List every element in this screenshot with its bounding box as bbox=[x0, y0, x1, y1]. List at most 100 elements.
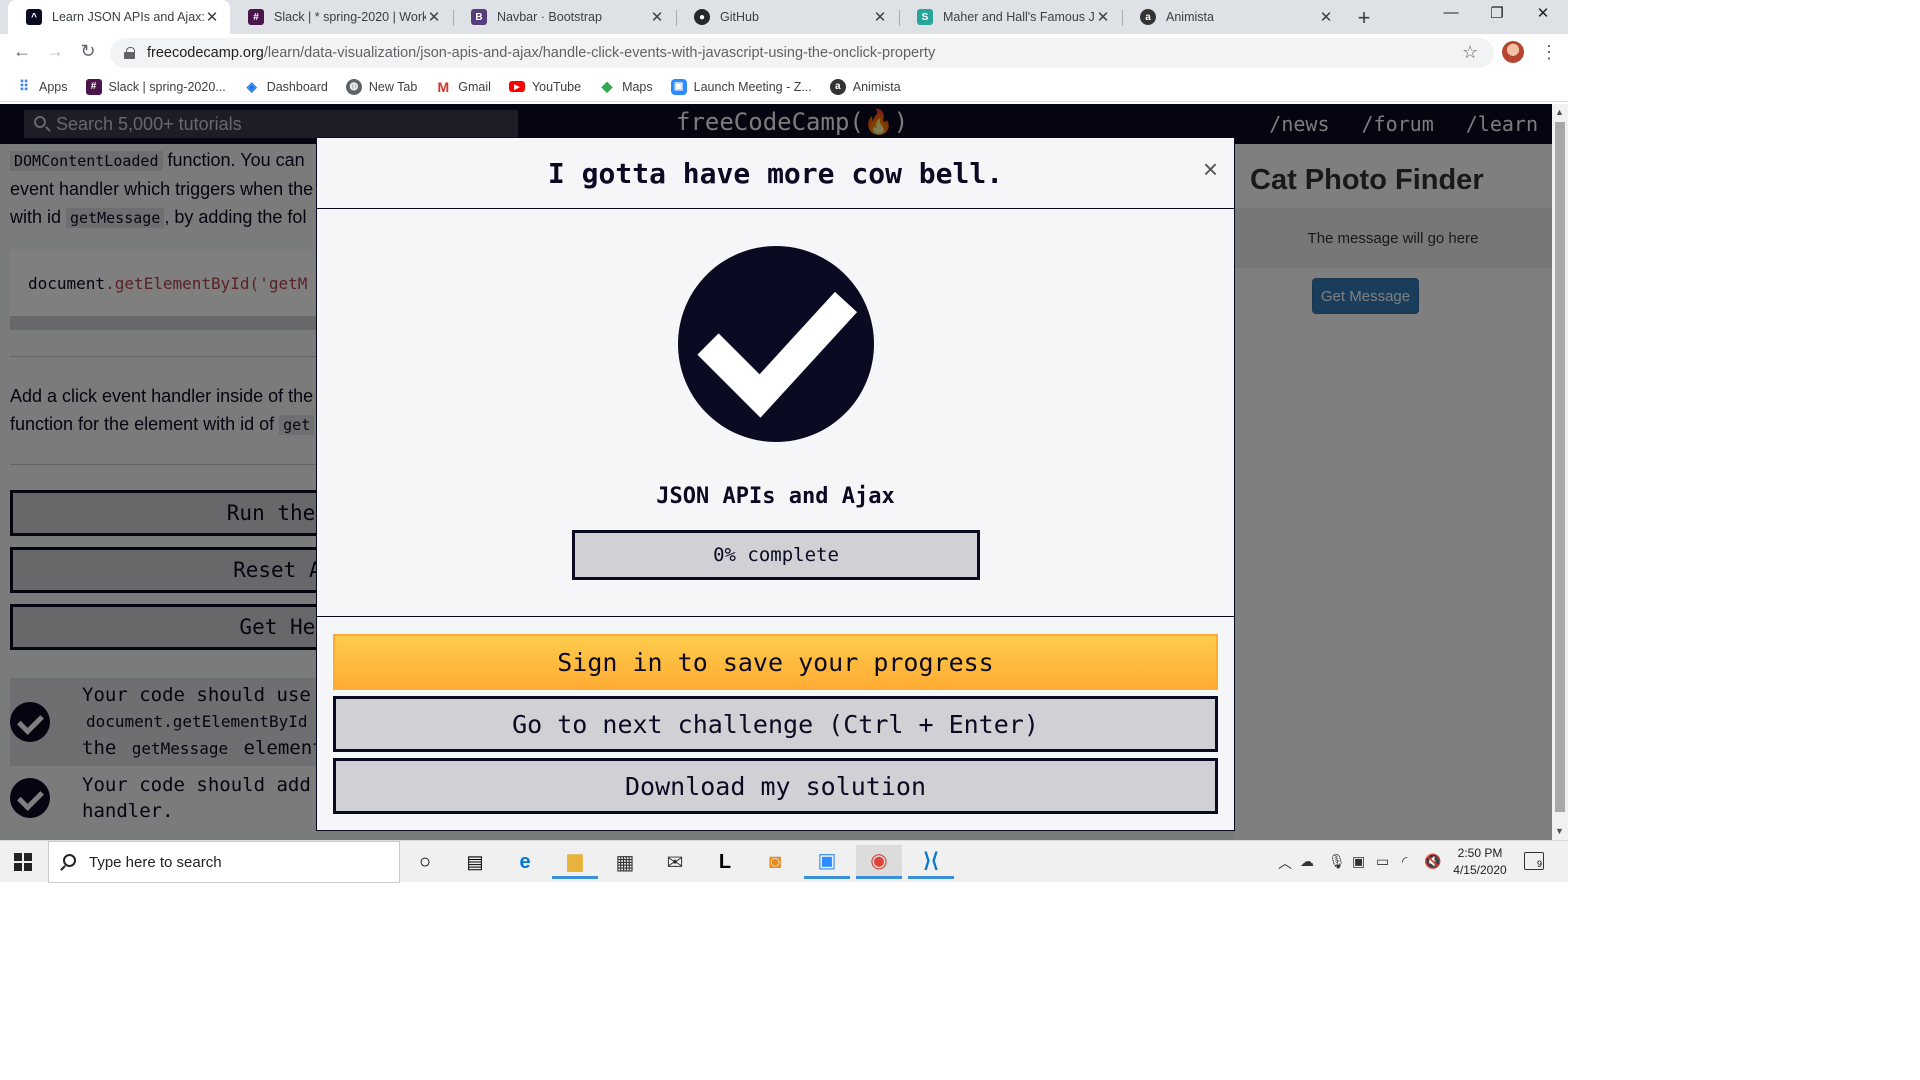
notifications-icon[interactable]: 9 bbox=[1524, 852, 1544, 870]
volume-muted-icon[interactable]: 🔇 bbox=[1424, 853, 1441, 870]
scroll-up-icon[interactable]: ▲ bbox=[1555, 107, 1564, 117]
modal-divider bbox=[317, 616, 1234, 617]
modal-header: I gotta have more cow bell. bbox=[317, 138, 1234, 209]
address-bar[interactable]: freecodecamp.org/learn/data-visualizatio… bbox=[110, 38, 1494, 68]
chrome-icon[interactable]: ◉ bbox=[856, 845, 902, 879]
dashboard-icon: ◈ bbox=[246, 78, 257, 94]
maps-icon: ◆ bbox=[601, 78, 613, 94]
close-tab-icon[interactable]: ✕ bbox=[872, 8, 888, 26]
system-clock[interactable]: 2:50 PM 4/15/2020 bbox=[1448, 845, 1512, 879]
bookmark-label: Maps bbox=[622, 79, 653, 94]
onedrive-icon[interactable]: ☁ bbox=[1300, 853, 1314, 870]
block-title: JSON APIs and Ajax bbox=[656, 484, 895, 509]
microphone-icon[interactable]: 🎙 bbox=[1328, 853, 1346, 870]
apps-grid-icon: ⠿ bbox=[18, 78, 30, 94]
jam-favicon-icon: S bbox=[917, 9, 933, 25]
tab-title: Slack | * spring-2020 | Workfo bbox=[274, 10, 426, 24]
scrollbar-thumb[interactable] bbox=[1555, 122, 1565, 812]
close-tab-icon[interactable]: ✕ bbox=[1095, 8, 1111, 26]
scroll-down-icon[interactable]: ▼ bbox=[1555, 826, 1564, 836]
github-favicon-icon: ● bbox=[694, 9, 710, 25]
minimize-icon[interactable]: — bbox=[1428, 4, 1474, 21]
search-icon bbox=[63, 854, 76, 867]
freecodecamp-favicon-icon: ^ bbox=[26, 9, 42, 25]
l-app-icon[interactable]: L bbox=[702, 845, 748, 879]
tab-github[interactable]: ● GitHub ✕ bbox=[676, 0, 898, 34]
tab-bootstrap[interactable]: B Navbar · Bootstrap ✕ bbox=[453, 0, 675, 34]
windows-taskbar: Type here to search ○ ▤ e ▆ ▦ ✉ L ◙ ▣ ◉ … bbox=[0, 840, 1568, 883]
bookmark-label: Dashboard bbox=[266, 79, 328, 94]
bookmark-gmail[interactable]: M Gmail bbox=[435, 79, 491, 95]
tab-title: Navbar · Bootstrap bbox=[497, 10, 602, 24]
globe-icon: ◍ bbox=[345, 78, 362, 95]
bookmark-label: New Tab bbox=[368, 79, 418, 94]
bookmark-label: Apps bbox=[39, 79, 68, 94]
bookmark-label: Animista bbox=[852, 79, 901, 94]
profile-avatar[interactable] bbox=[1502, 41, 1524, 63]
bookmark-apps[interactable]: ⠿ Apps bbox=[16, 78, 68, 95]
battery-icon[interactable]: ▭ bbox=[1376, 853, 1389, 870]
forward-icon[interactable]: → bbox=[43, 41, 67, 62]
network-status-icon[interactable]: ▣ bbox=[1352, 853, 1365, 870]
wifi-icon[interactable]: ◜ bbox=[1402, 853, 1407, 870]
reload-icon[interactable]: ↻ bbox=[76, 41, 100, 62]
tab-animista[interactable]: a Animista ✕ bbox=[1122, 0, 1344, 34]
tab-slack[interactable]: # Slack | * spring-2020 | Workfo ✕ bbox=[230, 0, 452, 34]
store-icon[interactable]: ▦ bbox=[602, 845, 648, 879]
bookmark-new-tab[interactable]: ◍ New Tab bbox=[345, 78, 418, 95]
slack-favicon-icon: # bbox=[248, 9, 264, 25]
tab-title: Animista bbox=[1166, 10, 1214, 24]
task-view-icon[interactable]: ▤ bbox=[452, 845, 498, 879]
bookmark-label: YouTube bbox=[531, 79, 582, 94]
tray-chevron-icon[interactable]: ︿ bbox=[1278, 853, 1292, 873]
lock-icon bbox=[124, 47, 135, 59]
bookmark-star-icon[interactable]: ☆ bbox=[1462, 42, 1478, 63]
tab-strip: ^ Learn JSON APIs and Ajax: Ha ✕ # Slack… bbox=[0, 0, 1568, 34]
bookmark-zoom[interactable]: ▣ Launch Meeting - Z... bbox=[670, 78, 812, 95]
close-window-icon[interactable]: ✕ bbox=[1520, 4, 1566, 22]
taskbar-search-input[interactable]: Type here to search bbox=[48, 841, 400, 883]
menu-kebab-icon[interactable]: ⋮ bbox=[1540, 42, 1558, 63]
sign-in-button[interactable]: Sign in to save your progress bbox=[333, 634, 1218, 690]
back-icon[interactable]: ← bbox=[10, 41, 34, 62]
page-scrollbar[interactable]: ▲ ▼ bbox=[1552, 104, 1568, 840]
new-tab-icon[interactable]: + bbox=[1352, 5, 1376, 31]
bookmark-label: Slack | spring-2020... bbox=[108, 79, 226, 94]
notification-count: 9 bbox=[1536, 859, 1542, 869]
close-tab-icon[interactable]: ✕ bbox=[649, 8, 665, 26]
bookmark-label: Launch Meeting - Z... bbox=[693, 79, 812, 94]
bookmark-label: Gmail bbox=[458, 79, 491, 94]
bookmarks-bar: ⠿ Apps # Slack | spring-2020... ◈ Dashbo… bbox=[0, 72, 1568, 102]
bookmark-dashboard[interactable]: ◈ Dashboard bbox=[244, 79, 328, 95]
close-tab-icon[interactable]: ✕ bbox=[426, 8, 442, 26]
tab-title: Learn JSON APIs and Ajax: Ha bbox=[52, 10, 204, 24]
close-tab-icon[interactable]: ✕ bbox=[1318, 8, 1334, 26]
url-host: freecodecamp.org bbox=[147, 45, 264, 61]
windows-start-icon[interactable] bbox=[14, 853, 32, 871]
clock-date: 4/15/2020 bbox=[1453, 863, 1507, 877]
zoom-icon[interactable]: ▣ bbox=[804, 845, 850, 879]
mail-icon[interactable]: ✉ bbox=[652, 845, 698, 879]
modal-title: I gotta have more cow bell. bbox=[547, 156, 1004, 190]
animista-icon: a bbox=[829, 78, 846, 95]
bookmark-youtube[interactable]: ▶ YouTube bbox=[508, 79, 582, 94]
download-solution-button[interactable]: Download my solution bbox=[333, 758, 1218, 814]
bookmark-maps[interactable]: ◆ Maps bbox=[599, 78, 653, 95]
tab-freecodecamp[interactable]: ^ Learn JSON APIs and Ajax: Ha ✕ bbox=[8, 0, 230, 34]
close-tab-icon[interactable]: ✕ bbox=[204, 8, 220, 26]
vscode-icon[interactable]: ⟩⟨ bbox=[908, 845, 954, 879]
tab-title: Maher and Hall's Famous Jam bbox=[943, 10, 1095, 24]
next-challenge-button[interactable]: Go to next challenge (Ctrl + Enter) bbox=[333, 696, 1218, 752]
edge-icon[interactable]: e bbox=[502, 845, 548, 879]
completion-modal: I gotta have more cow bell. × JSON APIs … bbox=[316, 137, 1235, 831]
bookmark-slack[interactable]: # Slack | spring-2020... bbox=[85, 78, 226, 95]
orange-app-icon[interactable]: ◙ bbox=[752, 845, 798, 879]
bookmark-animista[interactable]: a Animista bbox=[829, 78, 901, 95]
cortana-icon[interactable]: ○ bbox=[402, 845, 448, 879]
restore-icon[interactable]: ❐ bbox=[1474, 4, 1520, 22]
tab-jam[interactable]: S Maher and Hall's Famous Jam ✕ bbox=[899, 0, 1121, 34]
animista-favicon-icon: a bbox=[1140, 9, 1156, 25]
close-icon[interactable]: × bbox=[1203, 154, 1218, 185]
file-explorer-icon[interactable]: ▆ bbox=[552, 845, 598, 879]
tab-title: GitHub bbox=[720, 10, 759, 24]
